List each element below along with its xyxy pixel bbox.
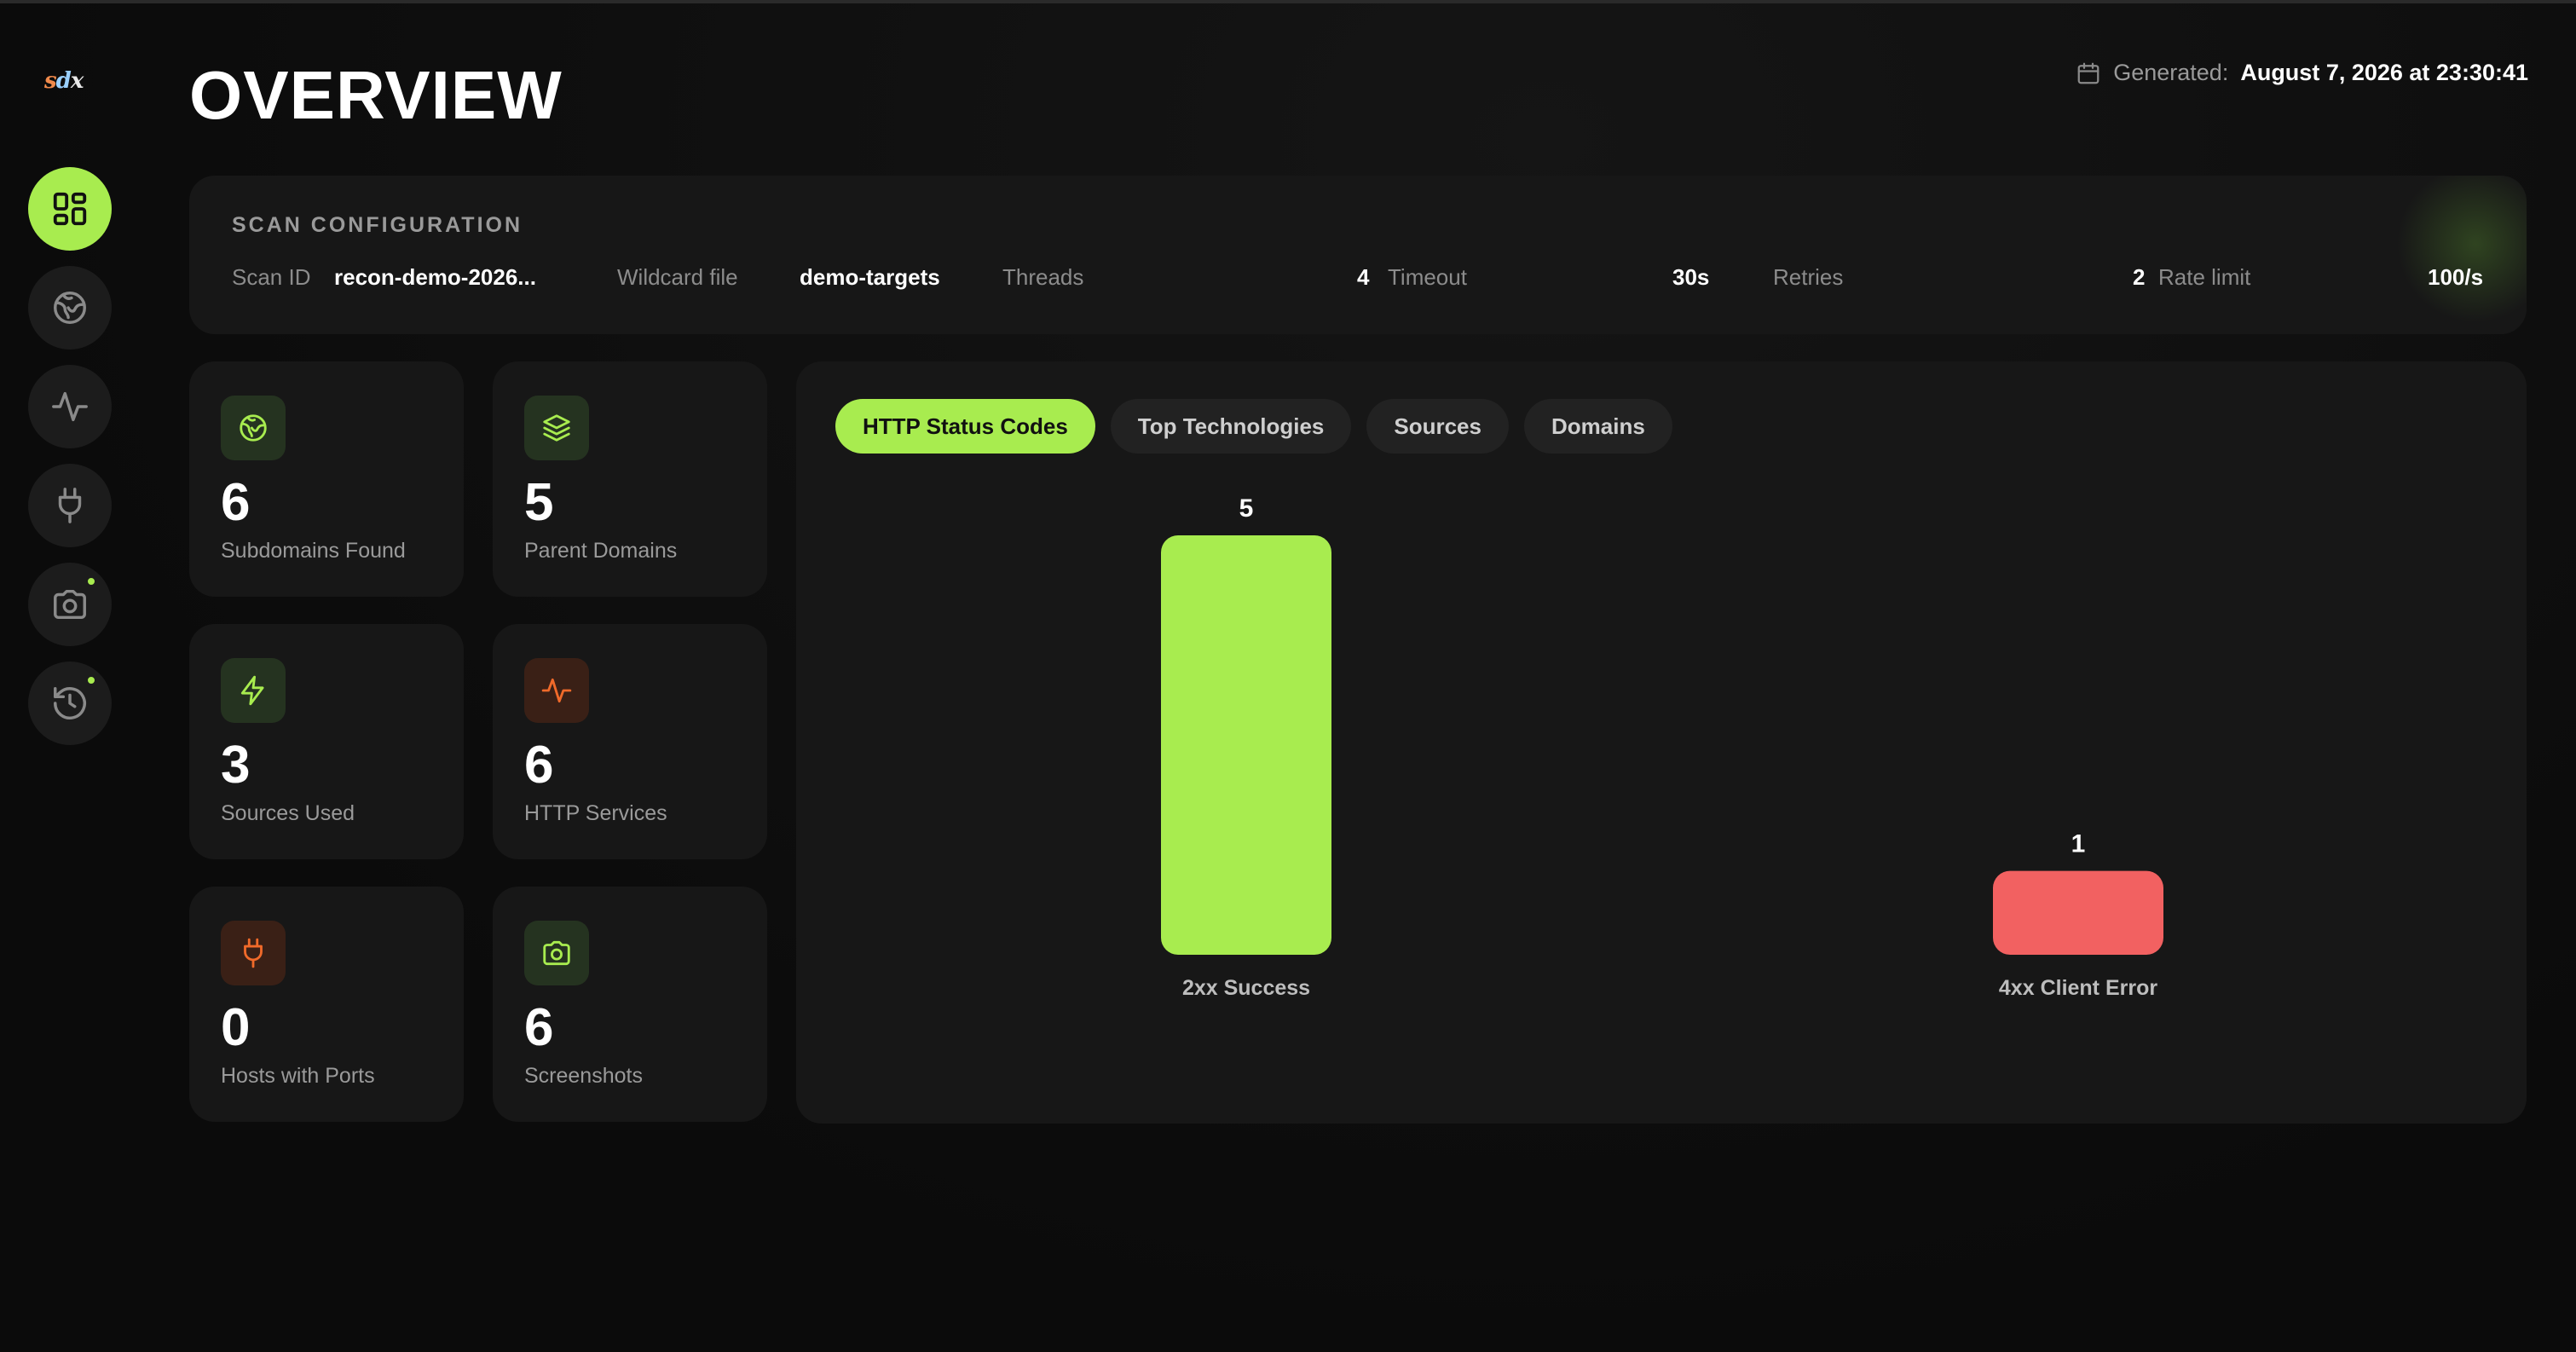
wildcard-file-label: Wildcard file — [617, 264, 738, 290]
stat-value: 6 — [524, 736, 554, 794]
panel-glow — [2390, 176, 2527, 329]
stat-label: HTTP Services — [524, 801, 667, 825]
chart-panel: 5 2xx Success 1 4xx Client Error HTTP Statu… — [796, 361, 2527, 1124]
activity-icon — [541, 678, 572, 703]
generated-label: Generated: — [2113, 60, 2229, 85]
scan-id-label: Scan ID — [232, 264, 311, 290]
stat-label: Sources Used — [221, 801, 355, 825]
stat-value: 5 — [524, 473, 554, 532]
stat-value: 6 — [524, 998, 554, 1057]
stat-label: Screenshots — [524, 1064, 643, 1088]
generated-value: August 7, 2026 at 23:30:41 — [2240, 60, 2528, 85]
rate-limit-label: Rate limit — [2158, 264, 2251, 290]
stat-icon-box — [221, 396, 286, 460]
history-icon — [54, 687, 86, 719]
stat-value: 3 — [221, 736, 251, 794]
timeout-value: 30s — [1672, 264, 1710, 290]
dashboard-icon — [53, 192, 87, 226]
plug-icon — [244, 938, 263, 968]
sidebar-item-history[interactable] — [28, 662, 112, 745]
stat-icon-box — [221, 921, 286, 985]
sidebar: sdx — [0, 3, 140, 1352]
scan-configuration-row: Scan ID recon-demo-2026... Wildcard file… — [232, 264, 2486, 295]
tab-http-status-codes[interactable]: HTTP Status Codes — [835, 399, 1095, 454]
stat-icon-box — [524, 921, 589, 985]
scan-configuration-panel: SCAN CONFIGURATION Scan ID recon-demo-20… — [189, 176, 2527, 334]
scan-configuration-heading: SCAN CONFIGURATION — [232, 213, 523, 237]
generated-timestamp: Generated: August 7, 2026 at 23:30:41 — [2076, 60, 2528, 86]
app-window: sdx OVERVIEW Generated: August 7, 2026 a… — [0, 0, 2576, 1352]
scan-id-value: recon-demo-2026... — [334, 264, 536, 290]
stat-card-hosts-with-ports[interactable]: 0 Hosts with Ports — [189, 887, 464, 1122]
activity-icon — [52, 391, 88, 422]
app-logo: sdx — [44, 68, 84, 94]
stat-icon-box — [524, 658, 589, 723]
threads-value: 4 — [1357, 264, 1370, 290]
bolt-icon — [240, 675, 264, 706]
stat-card-http-services[interactable]: 6 HTTP Services — [493, 624, 767, 859]
globe-icon — [240, 414, 267, 442]
retries-value: 2 — [2133, 264, 2146, 290]
wildcard-file-value: demo-targets — [800, 264, 940, 290]
stat-label: Parent Domains — [524, 539, 678, 563]
stat-card-subdomains[interactable]: 6 Subdomains Found — [189, 361, 464, 597]
tab-domains[interactable]: Domains — [1523, 399, 1672, 454]
camera-icon — [54, 589, 86, 620]
layers-icon — [543, 414, 570, 442]
stat-icon-box — [221, 658, 286, 723]
rate-limit-value: 100/s — [2428, 264, 2484, 290]
sidebar-item-subdomains[interactable] — [28, 266, 112, 350]
category-label: 2xx Success — [1182, 976, 1310, 1000]
notification-badge — [86, 675, 96, 685]
globe-icon — [54, 292, 86, 324]
camera-icon — [543, 940, 570, 966]
bar-value-label: 1 — [2071, 830, 2086, 858]
plug-icon — [58, 488, 82, 523]
sidebar-item-ports[interactable] — [28, 464, 112, 547]
notification-badge — [86, 576, 96, 586]
stat-value: 6 — [221, 473, 251, 532]
sidebar-item-overview[interactable] — [28, 167, 112, 251]
calendar-icon — [2077, 62, 2099, 84]
stat-card-screenshots[interactable]: 6 Screenshots — [493, 887, 767, 1122]
stat-value: 0 — [221, 998, 251, 1057]
chart-tabs: HTTP Status Codes Top Technologies Sourc… — [835, 399, 1672, 454]
chart-bar[interactable] — [1161, 535, 1331, 955]
sidebar-item-http[interactable] — [28, 365, 112, 448]
bar-value-label: 5 — [1239, 494, 1254, 523]
stat-card-parent-domains[interactable]: 5 Parent Domains — [493, 361, 767, 597]
stat-label: Hosts with Ports — [221, 1064, 375, 1088]
stat-card-sources[interactable]: 3 Sources Used — [189, 624, 464, 859]
page-title: OVERVIEW — [189, 57, 563, 133]
stat-label: Subdomains Found — [221, 539, 406, 563]
category-label: 4xx Client Error — [1999, 976, 2157, 1000]
stat-icon-box — [524, 396, 589, 460]
threads-label: Threads — [1002, 264, 1084, 290]
http-status-chart: 5 2xx Success 1 4xx Client Error — [1161, 494, 2163, 1000]
sidebar-item-screenshots[interactable] — [28, 563, 112, 646]
tab-sources[interactable]: Sources — [1366, 399, 1509, 454]
timeout-label: Timeout — [1388, 264, 1467, 290]
tab-top-technologies[interactable]: Top Technologies — [1110, 399, 1352, 454]
retries-label: Retries — [1773, 264, 1844, 290]
chart-bar[interactable] — [1993, 870, 2163, 955]
